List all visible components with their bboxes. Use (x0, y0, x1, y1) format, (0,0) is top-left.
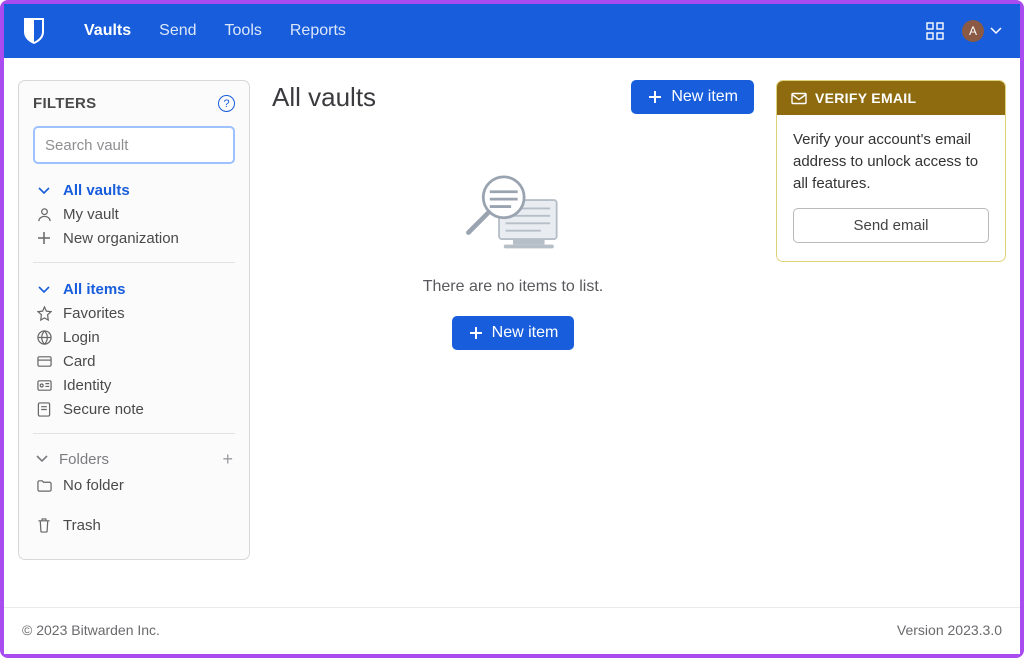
filter-label: Card (63, 353, 96, 370)
top-nav: Vaults Send Tools Reports (84, 22, 346, 40)
verify-email-card: VERIFY EMAIL Verify your account's email… (776, 80, 1006, 262)
chevron-down-icon (990, 26, 1002, 36)
filter-label: Favorites (63, 305, 125, 322)
filter-identity[interactable]: Identity (33, 373, 235, 397)
plus-icon (647, 89, 663, 105)
avatar: A (962, 20, 984, 42)
topbar-right: A (926, 20, 1002, 42)
verify-email-heading: VERIFY EMAIL (777, 81, 1005, 115)
filter-favorites[interactable]: Favorites (33, 301, 235, 325)
empty-illustration (448, 164, 578, 264)
product-switcher-icon[interactable] (926, 22, 944, 40)
footer: © 2023 Bitwarden Inc. Version 2023.3.0 (4, 607, 1020, 654)
mail-icon (791, 92, 807, 105)
star-icon (35, 304, 53, 322)
help-icon[interactable]: ? (218, 95, 235, 112)
filter-label: New organization (63, 230, 179, 247)
filter-label: Identity (63, 377, 111, 394)
trash[interactable]: Trash (33, 513, 235, 537)
chevron-down-icon (35, 181, 53, 199)
filter-label: All vaults (63, 182, 130, 199)
nav-tools[interactable]: Tools (225, 22, 262, 40)
filter-secure-note[interactable]: Secure note (33, 397, 235, 421)
top-bar: Vaults Send Tools Reports A (4, 4, 1020, 58)
app-logo (22, 16, 48, 46)
folders-header[interactable]: Folders + (33, 446, 235, 473)
verify-body-text: Verify your account's email address to u… (793, 129, 989, 194)
folder-icon (35, 476, 53, 494)
new-item-button-center[interactable]: New item (452, 316, 575, 350)
nav-send[interactable]: Send (159, 22, 196, 40)
verify-heading-text: VERIFY EMAIL (815, 90, 916, 106)
filter-label: Secure note (63, 401, 144, 418)
filter-label: All items (63, 281, 126, 298)
filters-sidebar: FILTERS ? All vaults My vault New organi… (18, 80, 250, 560)
new-organization[interactable]: New organization (33, 226, 235, 250)
right-column: VERIFY EMAIL Verify your account's email… (776, 80, 1006, 560)
folder-no-folder[interactable]: No folder (33, 473, 235, 497)
content-area: All vaults New item (268, 80, 758, 560)
nav-vaults[interactable]: Vaults (84, 22, 131, 40)
add-folder-button[interactable]: + (222, 449, 233, 470)
empty-text: There are no items to list. (423, 278, 604, 296)
filter-my-vault[interactable]: My vault (33, 202, 235, 226)
main-area: FILTERS ? All vaults My vault New organi… (4, 58, 1020, 560)
filter-card[interactable]: Card (33, 349, 235, 373)
empty-state: There are no items to list. New item (272, 122, 754, 350)
note-icon (35, 400, 53, 418)
folders-label: Folders (59, 451, 109, 468)
filter-label: Login (63, 329, 100, 346)
person-icon (35, 205, 53, 223)
nav-reports[interactable]: Reports (290, 22, 346, 40)
send-email-button[interactable]: Send email (793, 208, 989, 243)
filter-all-vaults[interactable]: All vaults (33, 178, 235, 202)
filter-label: My vault (63, 206, 119, 223)
new-item-label: New item (492, 324, 559, 342)
new-item-label: New item (671, 88, 738, 106)
card-icon (35, 352, 53, 370)
filters-heading: FILTERS (33, 95, 96, 112)
trash-label: Trash (63, 517, 101, 534)
globe-icon (35, 328, 53, 346)
new-item-button-top[interactable]: New item (631, 80, 754, 114)
chevron-down-icon (35, 280, 53, 298)
filter-login[interactable]: Login (33, 325, 235, 349)
account-menu[interactable]: A (962, 20, 1002, 42)
chevron-down-icon (35, 451, 49, 469)
plus-icon (468, 325, 484, 341)
filter-all-items[interactable]: All items (33, 277, 235, 301)
footer-version: Version 2023.3.0 (897, 622, 1002, 638)
folder-label: No folder (63, 477, 124, 494)
footer-copyright: © 2023 Bitwarden Inc. (22, 622, 160, 638)
search-input[interactable] (33, 126, 235, 164)
page-title: All vaults (272, 82, 376, 113)
trash-icon (35, 516, 53, 534)
plus-icon (35, 229, 53, 247)
id-icon (35, 376, 53, 394)
